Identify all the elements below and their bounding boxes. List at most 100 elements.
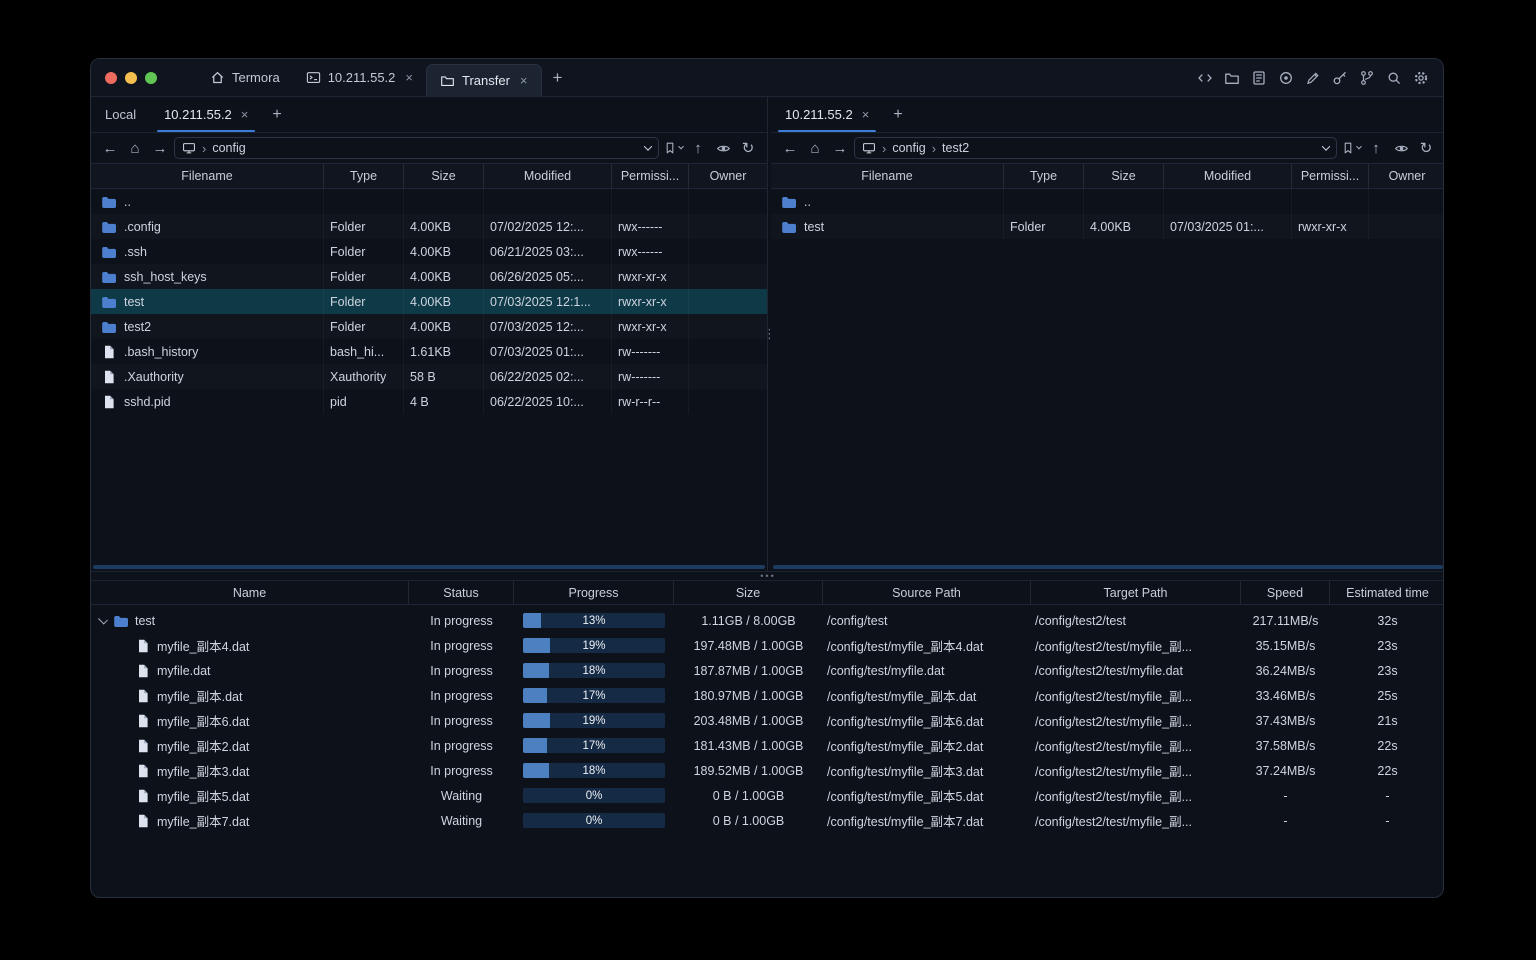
chevron-down-icon[interactable] (643, 142, 653, 151)
column-header-permissions[interactable]: Permissi... (612, 164, 689, 188)
minimize-window-button[interactable] (125, 71, 137, 84)
folder-icon[interactable] (1224, 70, 1240, 86)
column-header-filename[interactable]: Filename (91, 164, 324, 188)
column-header-source-path[interactable]: Source Path (823, 581, 1031, 604)
transfer-name-text: myfile_副本5.dat (157, 790, 250, 804)
column-header-name[interactable]: Name (91, 581, 409, 604)
tab-termora[interactable]: Termora (197, 59, 293, 96)
upload-button[interactable]: ↑ (1365, 137, 1387, 159)
show-hidden-files-button[interactable] (1390, 137, 1412, 159)
bookmark-button[interactable] (1340, 137, 1362, 159)
file-table-row[interactable]: test Folder 4.00KB 07/03/2025 01:... rwx… (771, 214, 1443, 239)
subtab-host[interactable]: 10.211.55.2 × (771, 97, 883, 132)
key-icon[interactable] (1332, 70, 1348, 86)
log-icon[interactable] (1251, 70, 1267, 86)
owner-cell (689, 239, 767, 264)
file-table-row[interactable]: sshd.pid pid 4 B 06/22/2025 10:... rw-r-… (91, 389, 767, 414)
search-icon[interactable] (1386, 70, 1402, 86)
show-hidden-files-button[interactable] (712, 137, 734, 159)
column-header-progress[interactable]: Progress (514, 581, 674, 604)
column-header-owner[interactable]: Owner (1369, 164, 1443, 188)
settings-icon[interactable] (1413, 70, 1429, 86)
path-segment[interactable]: config (212, 141, 245, 155)
transfer-row[interactable]: myfile_副本3.dat In progress 18% 189.52MB … (91, 758, 1443, 783)
column-header-modified[interactable]: Modified (484, 164, 612, 188)
column-header-estimated-time[interactable]: Estimated time (1330, 581, 1443, 604)
column-header-size[interactable]: Size (1084, 164, 1164, 188)
column-header-status[interactable]: Status (409, 581, 514, 604)
file-table-row[interactable]: .Xauthority Xauthority 58 B 06/22/2025 0… (91, 364, 767, 389)
column-header-owner[interactable]: Owner (689, 164, 767, 188)
file-table-row[interactable]: .config Folder 4.00KB 07/02/2025 12:... … (91, 214, 767, 239)
type-cell (1004, 189, 1084, 214)
path-segment[interactable]: test2 (942, 141, 969, 155)
transfer-row[interactable]: myfile_副本5.dat Waiting 0% 0 B / 1.00GB /… (91, 783, 1443, 808)
transfer-row[interactable]: myfile.dat In progress 18% 187.87MB / 1.… (91, 658, 1443, 683)
close-icon[interactable]: × (241, 108, 249, 121)
path-breadcrumb-input[interactable]: › config (174, 137, 659, 159)
chevron-down-icon[interactable] (1321, 142, 1331, 151)
path-segment[interactable]: config (892, 141, 925, 155)
eta-cell: 22s (1377, 763, 1398, 778)
transfer-row[interactable]: myfile_副本2.dat In progress 17% 181.43MB … (91, 733, 1443, 758)
new-session-tab-button[interactable]: + (883, 97, 912, 132)
tab-host[interactable]: 10.211.55.2 × (293, 59, 426, 96)
back-button[interactable]: ← (779, 137, 801, 159)
file-table-row[interactable]: ssh_host_keys Folder 4.00KB 06/26/2025 0… (91, 264, 767, 289)
transfer-row[interactable]: myfile_副本6.dat In progress 19% 203.48MB … (91, 708, 1443, 733)
new-tab-button[interactable]: + (542, 59, 574, 96)
status-cell: In progress (430, 613, 493, 628)
close-icon[interactable]: × (520, 74, 528, 87)
transfer-row[interactable]: myfile_副本4.dat In progress 19% 197.48MB … (91, 633, 1443, 658)
transfer-row[interactable]: test In progress 13% 1.11GB / 8.00GB /co… (91, 608, 1443, 633)
column-header-speed[interactable]: Speed (1241, 581, 1330, 604)
subtab-host[interactable]: 10.211.55.2 × (150, 97, 262, 132)
transfer-row[interactable]: myfile_副本7.dat Waiting 0% 0 B / 1.00GB /… (91, 808, 1443, 833)
column-header-permissions[interactable]: Permissi... (1292, 164, 1369, 188)
branch-icon[interactable] (1359, 70, 1375, 86)
forward-button[interactable]: → (829, 137, 851, 159)
transfer-splitter[interactable]: ••• (91, 571, 1443, 581)
horizontal-scrollbar[interactable] (773, 565, 1443, 569)
source-path-cell: /config/test (827, 613, 888, 628)
file-table-row[interactable]: .ssh Folder 4.00KB 06/21/2025 03:... rwx… (91, 239, 767, 264)
close-window-button[interactable] (105, 71, 117, 84)
column-header-size[interactable]: Size (674, 581, 823, 604)
column-header-target-path[interactable]: Target Path (1031, 581, 1241, 604)
target-path-cell: /config/test2/test/myfile_副... (1035, 790, 1193, 804)
expand-chevron-icon[interactable] (98, 614, 108, 625)
bookmark-button[interactable] (662, 137, 684, 159)
record-icon[interactable] (1278, 70, 1294, 86)
tab-transfer[interactable]: Transfer × (426, 64, 542, 96)
progress-percent-label: 13% (582, 614, 606, 627)
home-button[interactable]: ⌂ (804, 137, 826, 159)
file-table-row[interactable]: .. (91, 189, 767, 214)
home-button[interactable]: ⌂ (124, 137, 146, 159)
refresh-button[interactable]: ↻ (737, 137, 759, 159)
edit-icon[interactable] (1305, 70, 1321, 86)
column-header-type[interactable]: Type (1004, 164, 1084, 188)
transfer-row[interactable]: myfile_副本.dat In progress 17% 180.97MB /… (91, 683, 1443, 708)
back-button[interactable]: ← (99, 137, 121, 159)
close-icon[interactable]: × (405, 71, 413, 84)
code-icon[interactable] (1197, 70, 1213, 86)
file-table-row[interactable]: .. (771, 189, 1443, 214)
path-breadcrumb-input[interactable]: › config › test2 (854, 137, 1337, 159)
column-header-modified[interactable]: Modified (1164, 164, 1292, 188)
column-header-filename[interactable]: Filename (771, 164, 1004, 188)
forward-button[interactable]: → (149, 137, 171, 159)
subtab-local[interactable]: Local (91, 97, 150, 132)
file-table-row[interactable]: test Folder 4.00KB 07/03/2025 12:1... rw… (91, 289, 767, 314)
status-cell: Waiting (440, 788, 483, 803)
upload-button[interactable]: ↑ (687, 137, 709, 159)
zoom-window-button[interactable] (145, 71, 157, 84)
horizontal-scrollbar[interactable] (93, 565, 765, 569)
refresh-button[interactable]: ↻ (1415, 137, 1437, 159)
transfer-table-header: Name Status Progress Size Source Path Ta… (91, 581, 1443, 605)
close-icon[interactable]: × (862, 108, 870, 121)
column-header-type[interactable]: Type (324, 164, 404, 188)
new-session-tab-button[interactable]: + (262, 97, 291, 132)
file-table-row[interactable]: .bash_history bash_hi... 1.61KB 07/03/20… (91, 339, 767, 364)
column-header-size[interactable]: Size (404, 164, 484, 188)
file-table-row[interactable]: test2 Folder 4.00KB 07/03/2025 12:... rw… (91, 314, 767, 339)
